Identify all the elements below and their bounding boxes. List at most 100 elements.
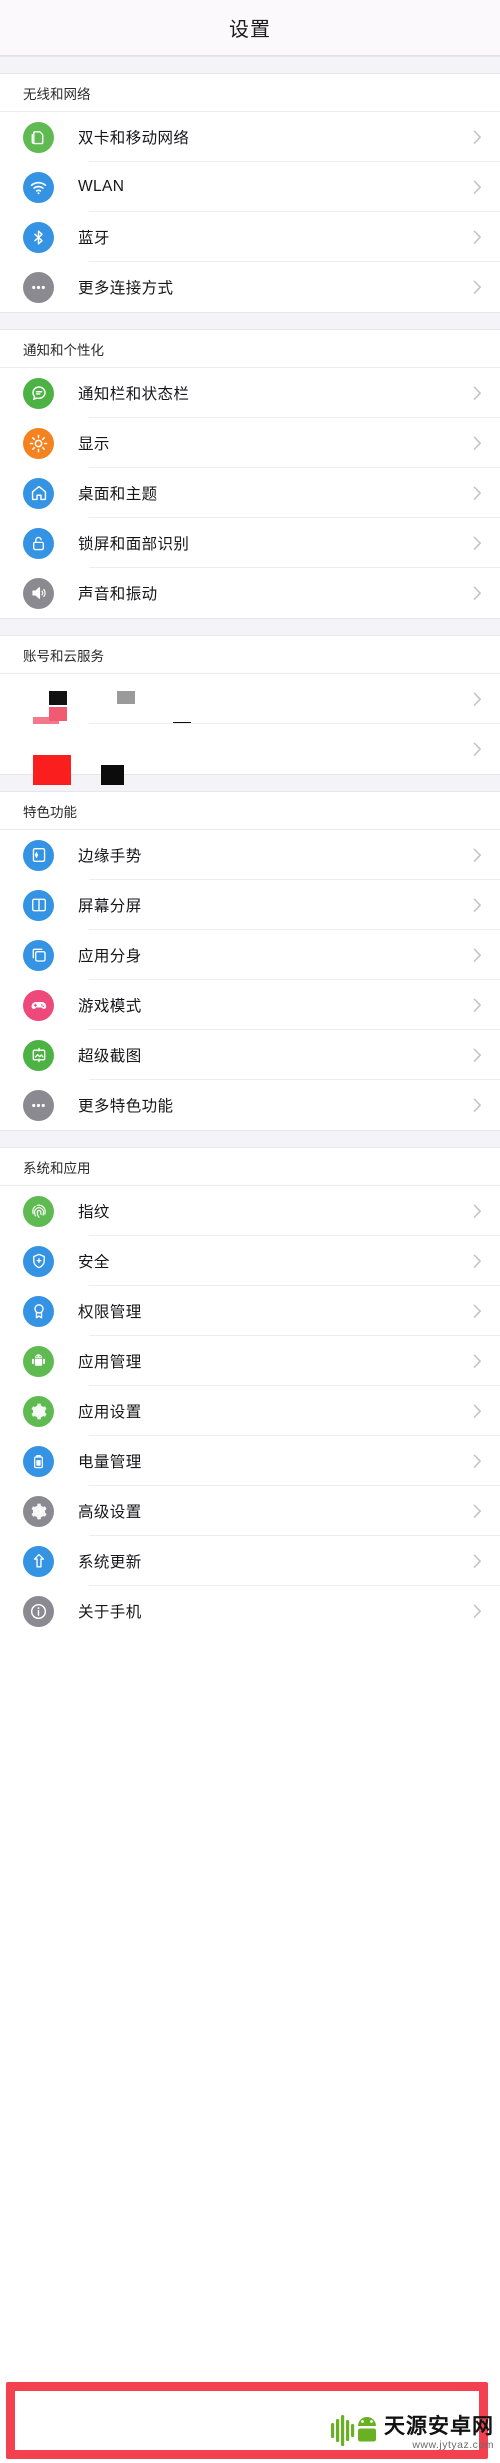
chevron-right-icon (473, 898, 482, 913)
chevron-right-icon (473, 386, 482, 401)
chevron-right-icon (473, 848, 482, 863)
app-header: 设置 (0, 0, 500, 56)
settings-row[interactable]: 权限管理 (0, 1286, 500, 1336)
chevron-right-icon (473, 486, 482, 501)
settings-row-label: 声音和振动 (78, 586, 158, 603)
section-header-account-cloud: 账号和云服务 (0, 636, 500, 674)
chevron-right-icon (473, 1454, 482, 1469)
chevron-right-icon (473, 280, 482, 295)
settings-row-label: 桌面和主题 (78, 486, 158, 503)
settings-row[interactable]: 桌面和主题 (0, 468, 500, 518)
section-rows-wireless-network: 双卡和移动网络 WLAN 蓝牙 更多连接方式 (0, 112, 500, 312)
split-screen-icon (23, 889, 54, 921)
more-dots-icon (23, 271, 54, 303)
redacted-block (49, 707, 67, 721)
lock-icon (23, 527, 54, 559)
chevron-right-icon (473, 1304, 482, 1319)
section-divider-system-apps (0, 1130, 500, 1148)
settings-row[interactable]: 更多连接方式 (0, 262, 500, 312)
watermark-title: 天源安卓网 (384, 2414, 494, 2438)
chevron-right-icon (473, 1604, 482, 1619)
chevron-right-icon (473, 1404, 482, 1419)
badge-icon (23, 1295, 54, 1327)
chevron-right-icon (473, 1204, 482, 1219)
chevron-right-icon (473, 230, 482, 245)
sim-card-icon (23, 121, 54, 153)
settings-row[interactable] (0, 724, 500, 785)
settings-row-label: 锁屏和面部识别 (78, 536, 190, 553)
settings-row[interactable]: 边缘手势 (0, 830, 500, 880)
settings-row-label: 超级截图 (78, 1048, 142, 1065)
fingerprint-icon (23, 1195, 54, 1227)
speaker-icon (23, 577, 54, 609)
settings-row-label: 系统更新 (78, 1554, 142, 1571)
redacted-block (33, 755, 71, 785)
section-header-label: 无线和网络 (23, 86, 91, 102)
chevron-right-icon (473, 130, 482, 145)
section-divider-wireless-network (0, 56, 500, 74)
chevron-right-icon (473, 1048, 482, 1063)
chevron-right-icon (473, 1354, 482, 1369)
redacted-block (101, 765, 124, 785)
settings-row-label: 应用设置 (78, 1404, 142, 1421)
section-header-label: 通知和个性化 (23, 342, 104, 358)
chevron-right-icon (473, 998, 482, 1013)
settings-row[interactable]: 更多特色功能 (0, 1080, 500, 1130)
settings-row[interactable]: 指纹 (0, 1186, 500, 1236)
chevron-right-icon (473, 1504, 482, 1519)
chevron-right-icon (473, 948, 482, 963)
section-header-system-apps: 系统和应用 (0, 1148, 500, 1186)
watermark-text: 天源安卓网 www.jytyaz.com (384, 2414, 494, 2451)
more-dots-icon (23, 1089, 54, 1121)
settings-row[interactable]: 显示 (0, 418, 500, 468)
gear-icon (23, 1395, 54, 1427)
chevron-right-icon (473, 742, 482, 757)
shield-icon (23, 1245, 54, 1277)
settings-row-label: 双卡和移动网络 (78, 130, 190, 147)
settings-row[interactable]: 超级截图 (0, 1030, 500, 1080)
settings-row[interactable]: 蓝牙 (0, 212, 500, 262)
settings-row[interactable]: 电量管理 (0, 1436, 500, 1486)
settings-row[interactable]: 应用分身 (0, 930, 500, 980)
section-header-featured-functions: 特色功能 (0, 792, 500, 830)
app-clone-icon (23, 939, 54, 971)
settings-row[interactable]: WLAN (0, 162, 500, 212)
chevron-right-icon (473, 1098, 482, 1113)
gear-icon (23, 1495, 54, 1527)
settings-row[interactable]: 应用设置 (0, 1386, 500, 1436)
settings-screen: 设置 无线和网络双卡和移动网络 WLAN 蓝牙 更多连接方式通知和个性化通知栏和状态栏… (0, 0, 500, 2463)
settings-row-label: 电量管理 (78, 1454, 142, 1471)
chevron-right-icon (473, 180, 482, 195)
settings-row[interactable]: 通知栏和状态栏 (0, 368, 500, 418)
settings-row-label: 屏幕分屏 (78, 898, 142, 915)
settings-row[interactable]: 锁屏和面部识别 (0, 518, 500, 568)
section-rows-system-apps: 指纹 安全 权限管理 应用管理应用设置电量管理高级设置系统更新关于手机 (0, 1186, 500, 1636)
settings-row[interactable]: 屏幕分屏 (0, 880, 500, 930)
chat-bubble-icon (23, 377, 54, 409)
chevron-right-icon (473, 536, 482, 551)
android-logo-icon (331, 2414, 377, 2453)
settings-row[interactable]: 高级设置 (0, 1486, 500, 1536)
bluetooth-icon (23, 221, 54, 253)
redacted-block (117, 691, 135, 704)
settings-row[interactable]: 安全 (0, 1236, 500, 1286)
edge-gesture-icon (23, 839, 54, 871)
settings-row[interactable]: 关于手机 (0, 1586, 500, 1636)
battery-icon (23, 1445, 54, 1477)
home-icon (23, 477, 54, 509)
section-header-label: 特色功能 (23, 804, 77, 820)
settings-row-label: 边缘手势 (78, 848, 142, 865)
settings-row[interactable]: 应用管理 (0, 1336, 500, 1386)
screenshot-icon (23, 1039, 54, 1071)
section-rows-notification-personalization: 通知栏和状态栏 显示桌面和主题锁屏和面部识别 声音和振动 (0, 368, 500, 618)
settings-row[interactable]: 双卡和移动网络 (0, 112, 500, 162)
redacted-block (49, 691, 67, 705)
settings-row[interactable]: 系统更新 (0, 1536, 500, 1586)
wifi-icon (23, 171, 54, 203)
settings-row-label: WLAN (78, 178, 125, 195)
section-divider-featured-functions (0, 774, 500, 792)
settings-row[interactable]: 游戏模式 (0, 980, 500, 1030)
settings-row[interactable]: 声音和振动 (0, 568, 500, 618)
settings-row[interactable] (0, 674, 500, 738)
info-icon (23, 1595, 54, 1627)
